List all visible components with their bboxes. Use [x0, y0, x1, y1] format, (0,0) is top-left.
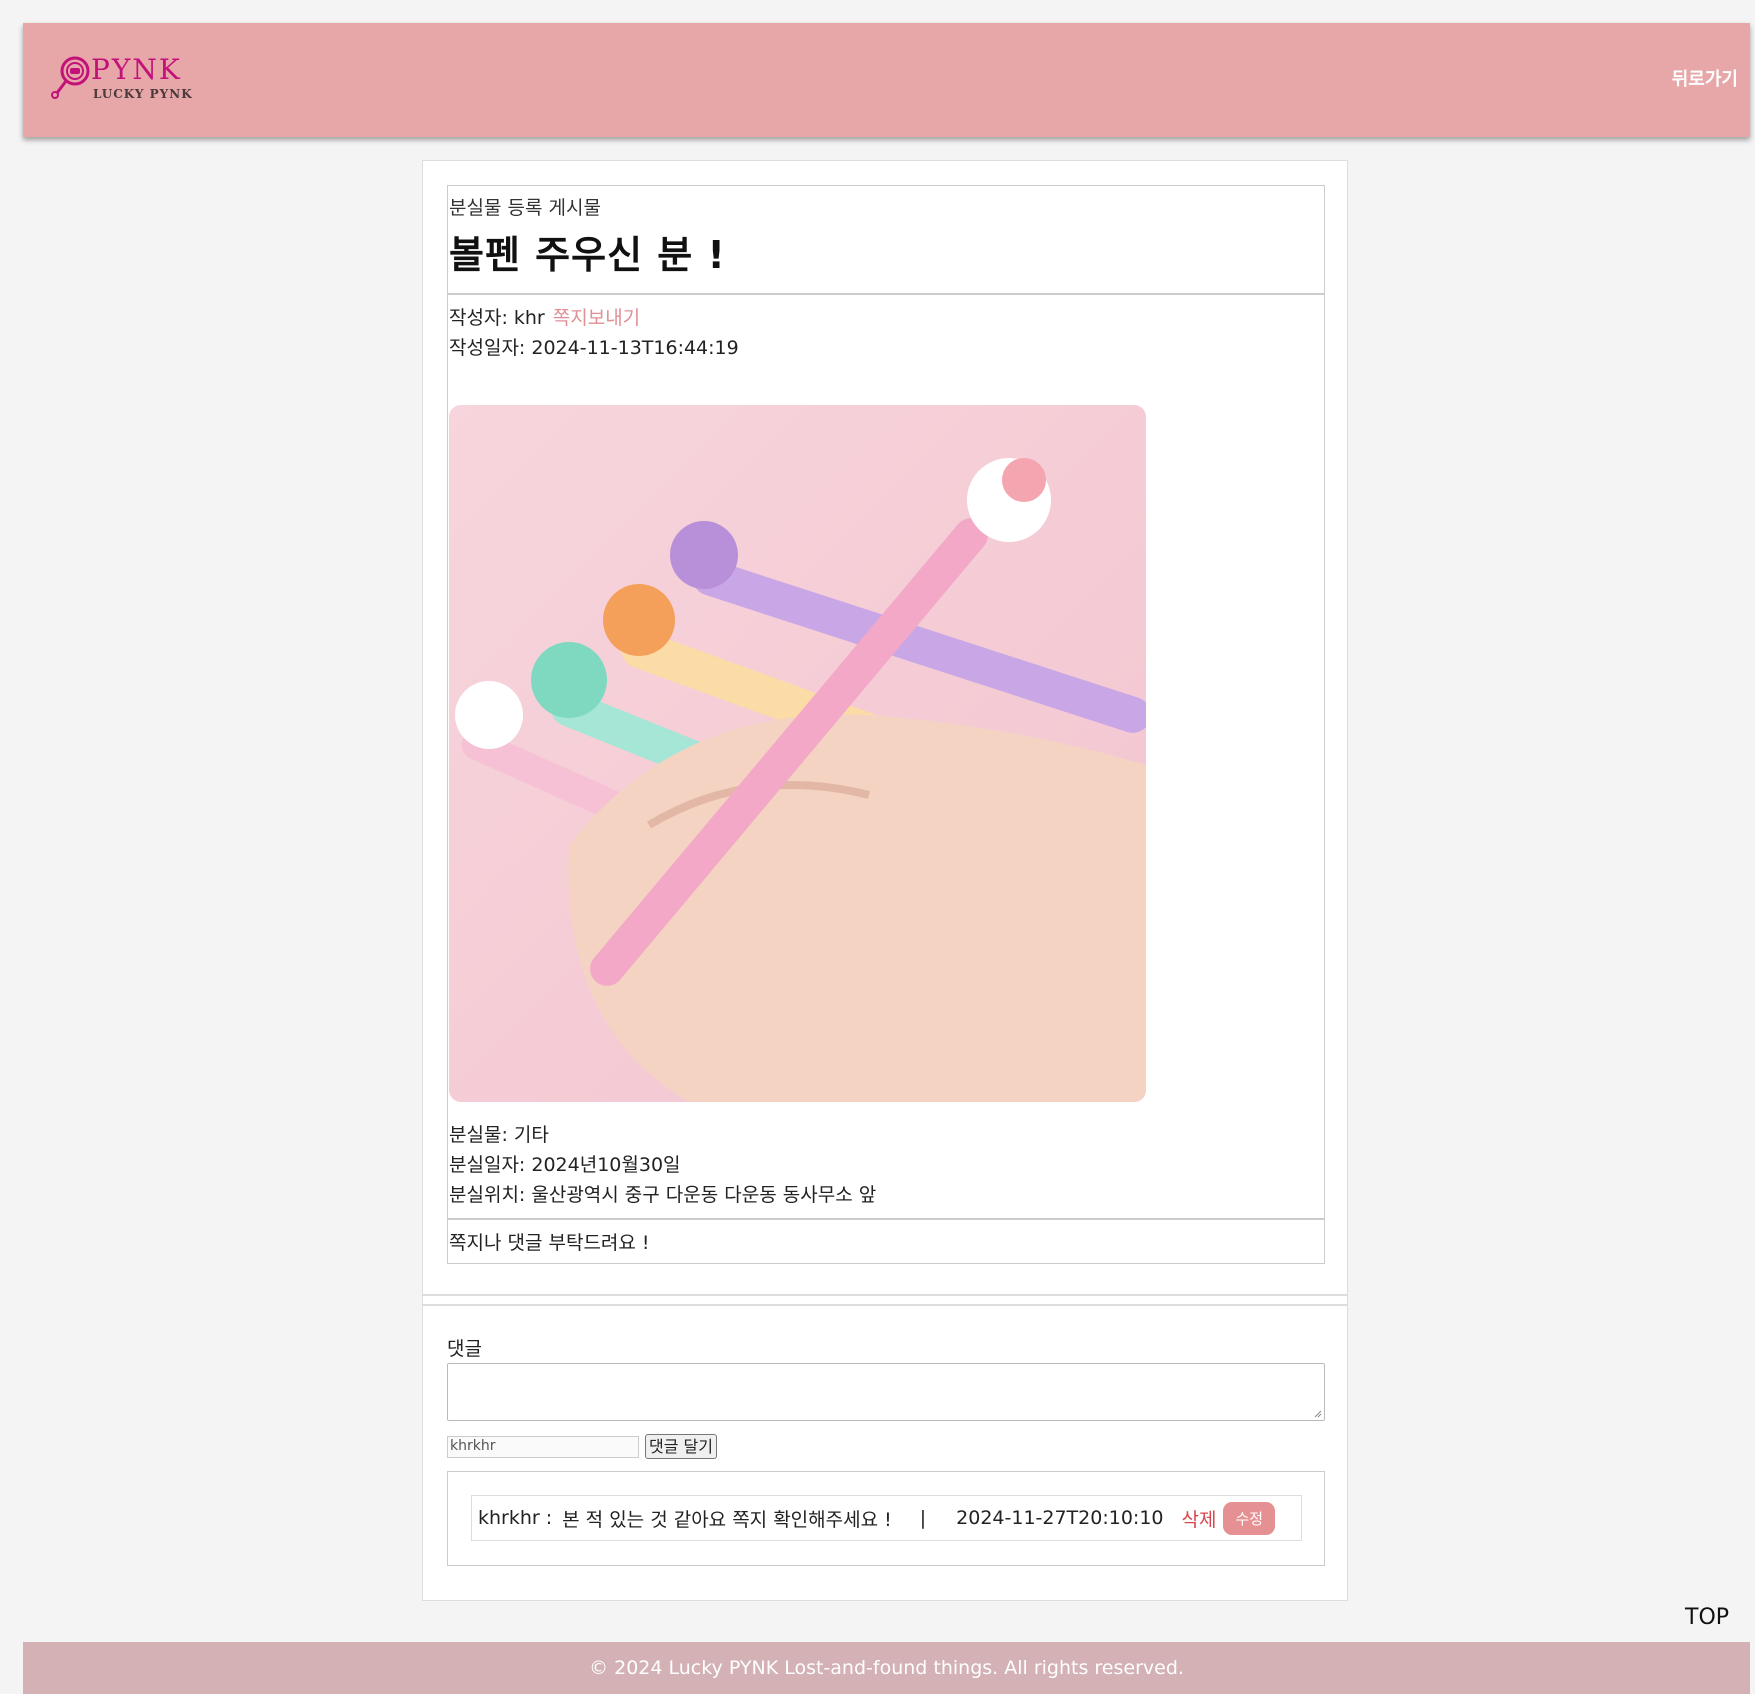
post-date: 작성일자: 2024-11-13T16:44:19: [449, 337, 739, 359]
footer-copyright: © 2024 Lucky PYNK Lost-and-found things.…: [589, 1657, 1184, 1679]
comment-edit-button[interactable]: 수정: [1223, 1501, 1276, 1535]
back-button[interactable]: 뒤로가기: [1672, 65, 1738, 91]
site-header: PYNK LUCKY PYNK 뒤로가기: [23, 23, 1750, 137]
post-detail: 분실물 등록 게시물 볼펜 주우신 분 ! 작성자: khr 쪽지보내기 작성일자…: [447, 185, 1325, 1264]
comment-label: 댓글: [447, 1338, 482, 1360]
send-message-link[interactable]: 쪽지보내기: [553, 307, 640, 329]
post-info: 작성자: khr 쪽지보내기 작성일자: 2024-11-13T16:44:19: [448, 295, 1324, 1220]
lost-item: 분실물: 기타: [449, 1124, 549, 1146]
resize-handle-icon[interactable]: [1314, 1410, 1322, 1418]
comment-date: 2024-11-27T20:10:10: [956, 1507, 1164, 1529]
lost-location: 분실위치: 울산광역시 중구 다운동 다운동 동사무소 앞: [449, 1184, 877, 1206]
author-label: 작성자: khr: [449, 307, 545, 329]
scroll-top-button[interactable]: TOP: [1685, 1605, 1729, 1630]
post-card: 분실물 등록 게시물 볼펜 주우신 분 ! 작성자: khr 쪽지보내기 작성일자…: [422, 160, 1348, 1601]
comment-separator: |: [919, 1507, 927, 1529]
post-category: 분실물 등록 게시물: [449, 197, 601, 219]
comment-author: khrkhr :: [478, 1507, 553, 1529]
post-header: 분실물 등록 게시물 볼펜 주우신 분 !: [448, 186, 1324, 295]
comment-item: khrkhr : 본 적 있는 것 같아요 쪽지 확인해주세요 ! | 2024…: [471, 1495, 1302, 1541]
logo-subtitle: LUCKY PYNK: [93, 87, 193, 101]
comment-list: khrkhr : 본 적 있는 것 같아요 쪽지 확인해주세요 ! | 2024…: [447, 1471, 1325, 1566]
logo-text: PYNK: [91, 53, 182, 86]
logo[interactable]: PYNK LUCKY PYNK: [51, 53, 192, 103]
pen-photo-image: [449, 405, 1146, 1102]
lost-date: 분실일자: 2024년10월30일: [449, 1154, 681, 1176]
magnifier-logo-icon: [51, 56, 90, 99]
post-title: 볼펜 주우신 분 !: [449, 233, 726, 277]
comment-submit-button[interactable]: 댓글 달기: [645, 1434, 717, 1459]
comment-writer-input[interactable]: khrkhr: [447, 1436, 639, 1458]
comment-delete-button[interactable]: 삭제: [1182, 1505, 1217, 1532]
author-row: 작성자: khr 쪽지보내기: [449, 303, 1323, 333]
post-content: 쪽지나 댓글 부탁드려요 !: [449, 1232, 650, 1254]
section-divider: [423, 1294, 1347, 1306]
site-footer: © 2024 Lucky PYNK Lost-and-found things.…: [23, 1642, 1750, 1694]
comment-text: 본 적 있는 것 같아요 쪽지 확인해주세요 !: [562, 1508, 892, 1531]
comment-textarea[interactable]: [447, 1363, 1325, 1421]
